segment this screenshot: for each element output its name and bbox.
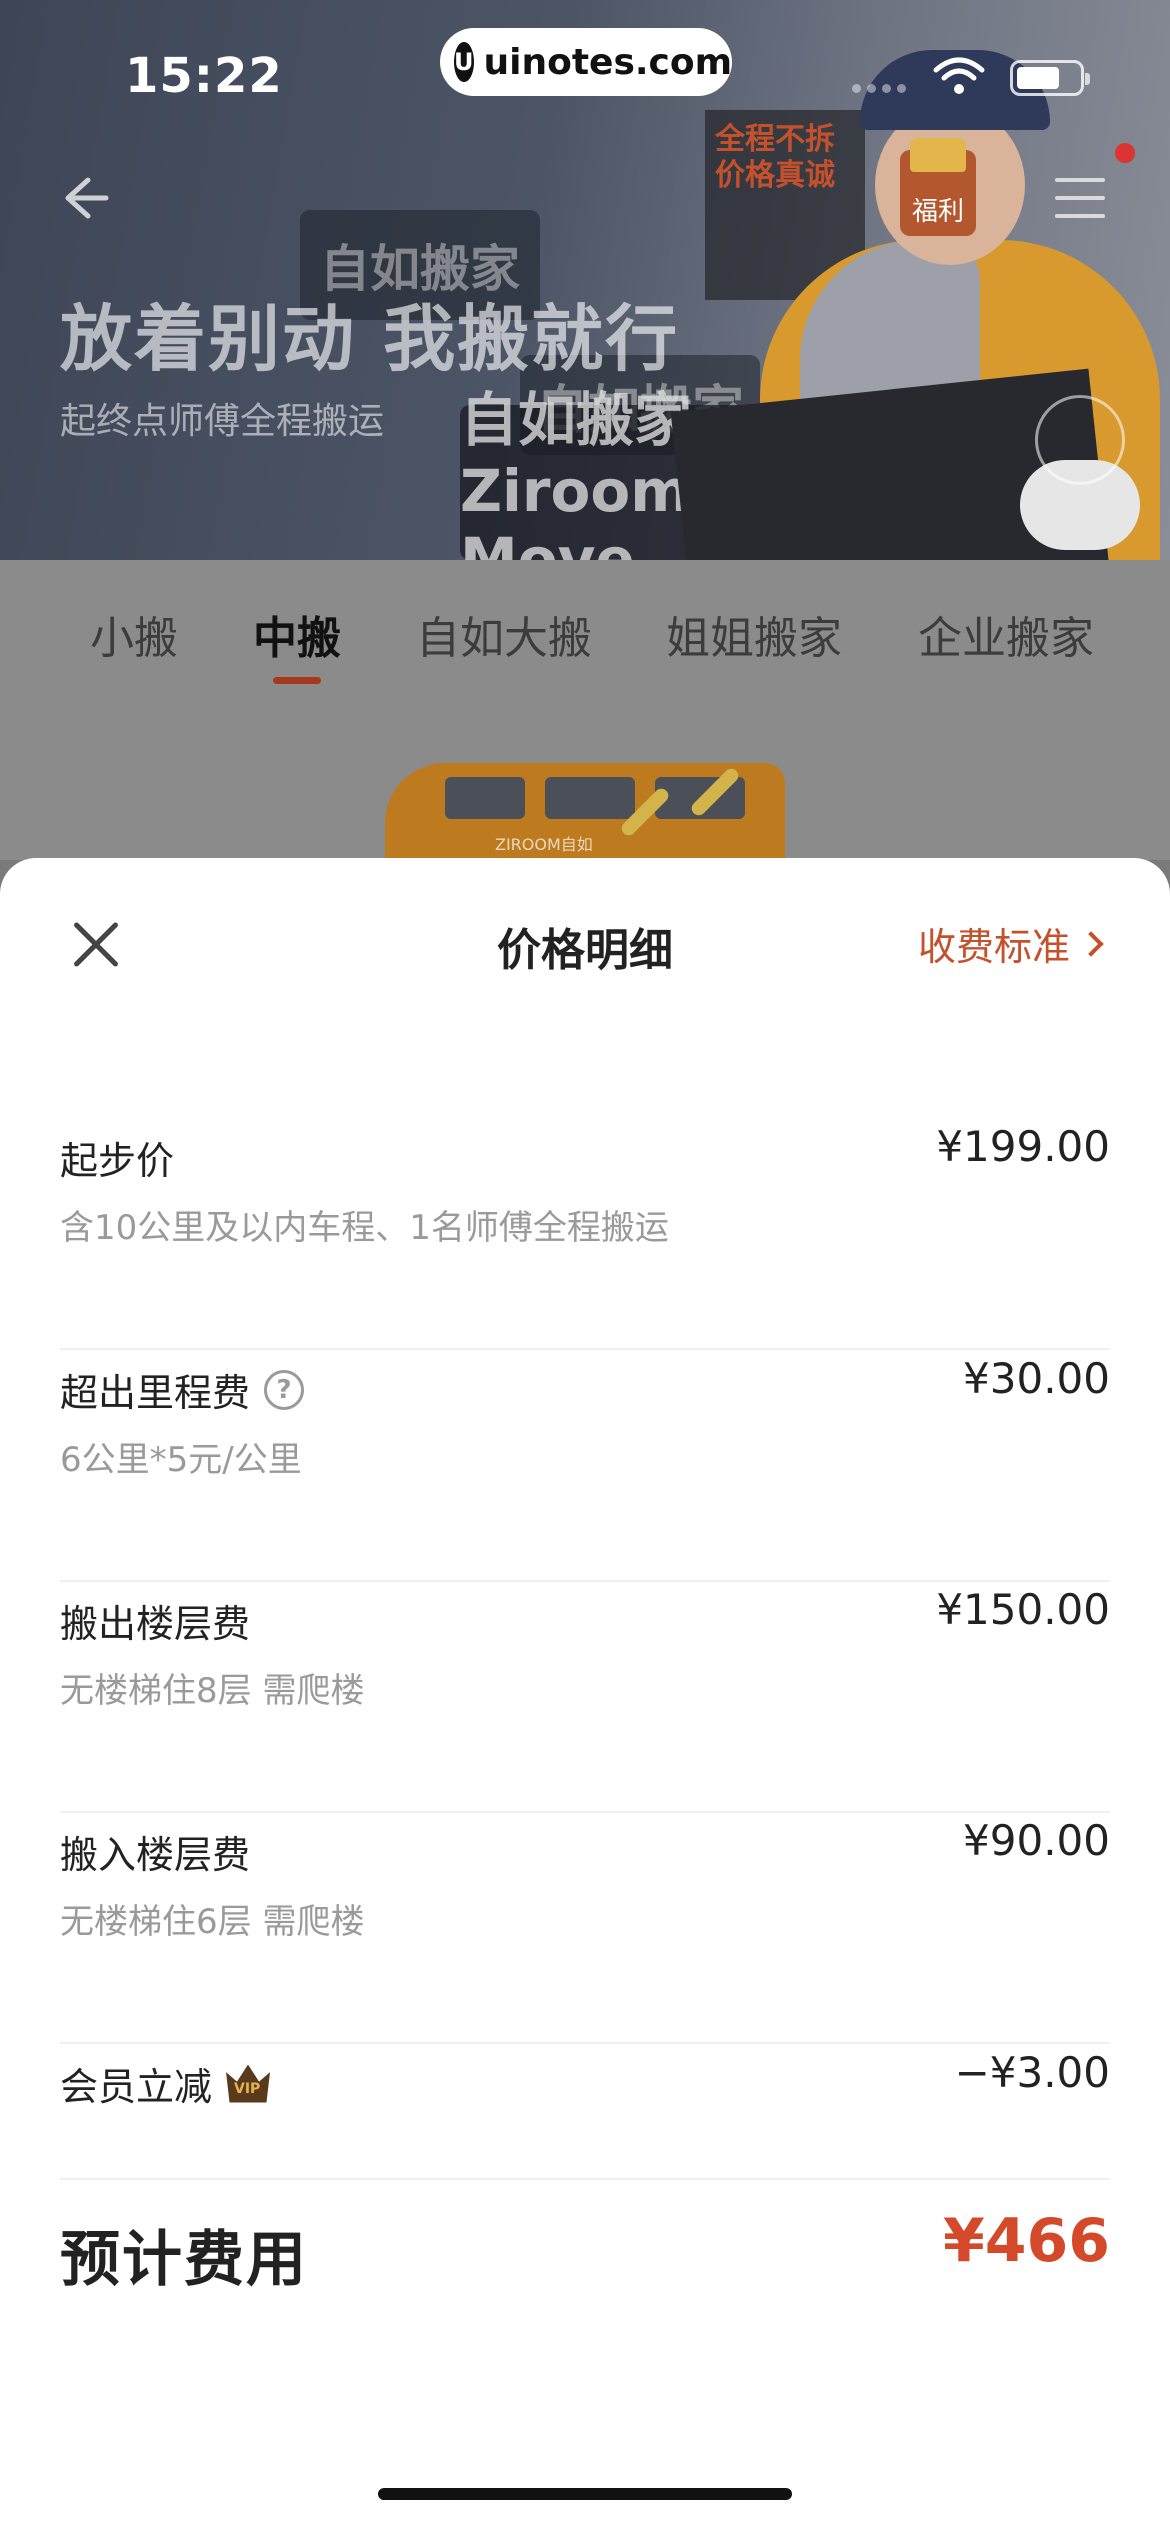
price-row-label-group: 超出里程费 ?: [60, 1362, 305, 1417]
service-tabs: 小搬 中搬 自如大搬 姐姐搬家 企业搬家: [0, 560, 1170, 720]
price-row-moveout-floor: 搬出楼层费 无楼梯住8层 需爬楼 ¥150.00: [60, 1585, 1110, 1813]
watermark-text: uinotes.com: [483, 41, 733, 83]
price-row-desc: 无楼梯住6层 需爬楼: [60, 1902, 365, 1942]
price-row-label: 搬入楼层费: [60, 1833, 251, 1877]
tab-medium-move[interactable]: 中搬: [253, 602, 341, 666]
price-row-amount: ¥199.00: [936, 1122, 1110, 1171]
tab-small-move[interactable]: 小搬: [90, 602, 178, 666]
battery-icon: [1010, 60, 1090, 96]
price-row-base: 起步价 含10公里及以内车程、1名师傅全程搬运 ¥199.00: [60, 1122, 1110, 1350]
price-row-label: 搬出楼层费: [60, 1602, 251, 1646]
total-label: 预计费用: [60, 2225, 308, 2295]
mover-photo: [670, 50, 1160, 560]
price-row-amount: ¥30.00: [963, 1354, 1110, 1403]
play-circle-icon[interactable]: [1035, 395, 1125, 485]
price-row-desc: 含10公里及以内车程、1名师傅全程搬运: [60, 1208, 669, 1248]
price-detail-sheet: 价格明细 收费标准 起步价 含10公里及以内车程、1名师傅全程搬运 ¥199.0…: [0, 858, 1170, 2532]
welfare-badge[interactable]: 福利: [900, 138, 976, 236]
tab-ziroom-large-move[interactable]: 自如大搬: [416, 602, 592, 666]
hero-subtitle: 起终点师傅全程搬运: [60, 401, 385, 442]
vip-crown-icon: VIP: [226, 2064, 271, 2103]
divider: [60, 1580, 1110, 1582]
signal-icon: [852, 84, 906, 93]
price-row-label: 起步价: [60, 1139, 175, 1183]
notification-dot: [1115, 143, 1135, 163]
divider: [60, 1348, 1110, 1350]
price-row-label-group: 会员立减 VIP: [60, 2056, 271, 2111]
fee-standard-label: 收费标准: [917, 925, 1070, 969]
watermark-logo-icon: U: [454, 42, 474, 82]
fee-standard-link[interactable]: 收费标准: [917, 916, 1104, 971]
price-row-label: 超出里程费: [60, 1371, 251, 1415]
chevron-right-icon: [1078, 930, 1104, 957]
tab-enterprise-move[interactable]: 企业搬家: [918, 602, 1094, 666]
help-icon[interactable]: ?: [264, 1369, 305, 1410]
price-row-member-discount: 会员立减 VIP −¥3.00: [60, 2048, 1110, 2180]
price-row-movein-floor: 搬入楼层费 无楼梯住6层 需爬楼 ¥90.00: [60, 1816, 1110, 2044]
divider: [60, 1811, 1110, 1813]
divider: [60, 2042, 1110, 2044]
tab-sister-move[interactable]: 姐姐搬家: [666, 602, 842, 666]
wifi-icon: [932, 56, 986, 96]
home-indicator: [378, 2488, 792, 2500]
price-row-amount: ¥90.00: [963, 1816, 1110, 1865]
van-image: ZIROOM自如: [385, 745, 785, 873]
status-time: 15:22: [125, 48, 283, 104]
total-amount: ¥466: [943, 2206, 1110, 2276]
price-row-desc: 6公里*5元/公里: [60, 1440, 302, 1480]
divider: [60, 2178, 1110, 2180]
active-tab-indicator: [273, 677, 321, 684]
price-row-label: 会员立减: [60, 2065, 213, 2109]
menu-icon[interactable]: [1055, 178, 1105, 218]
hero-title: 放着别动 我搬就行: [60, 297, 680, 381]
watermark-pill: U uinotes.com: [440, 28, 732, 96]
price-row-amount: ¥150.00: [936, 1585, 1110, 1634]
price-row-extra-mileage: 超出里程费 ? 6公里*5元/公里 ¥30.00: [60, 1354, 1110, 1582]
back-arrow-icon[interactable]: [54, 170, 110, 226]
price-row-desc: 无楼梯住8层 需爬楼: [60, 1671, 365, 1711]
price-row-amount: −¥3.00: [954, 2048, 1110, 2097]
